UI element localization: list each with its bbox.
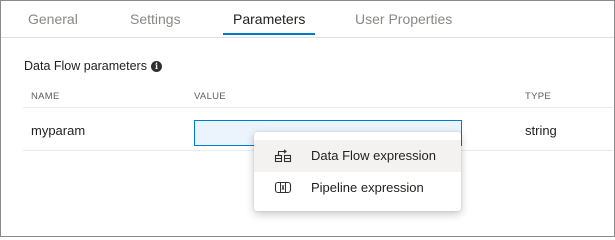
data-flow-expression-icon [274,149,292,163]
parameters-panel: General Settings Parameters User Propert… [0,0,615,237]
param-name-cell: myparam [31,123,86,138]
section-title-text: Data Flow parameters [24,59,147,73]
tab-settings[interactable]: Settings [130,11,181,27]
pipeline-expression-icon [274,181,292,194]
menu-item-label: Data Flow expression [311,148,436,163]
tab-user-properties[interactable]: User Properties [355,11,452,27]
column-header-type: TYPE [525,91,552,102]
column-header-name: NAME [31,91,60,102]
menu-item-pipeline-expression[interactable]: Pipeline expression [254,172,461,204]
column-header-value: VALUE [194,91,226,102]
header-divider [23,107,613,108]
info-icon[interactable]: i [150,61,162,72]
menu-item-label: Pipeline expression [311,180,424,195]
tab-parameters[interactable]: Parameters [233,11,305,27]
section-title: Data Flow parameters i [24,59,162,73]
tab-bar: General Settings Parameters User Propert… [1,1,614,38]
active-tab-indicator [223,33,315,35]
tab-general[interactable]: General [28,11,78,27]
menu-item-data-flow-expression[interactable]: Data Flow expression [254,140,461,172]
param-type-cell: string [525,123,557,138]
expression-context-menu: Data Flow expression Pipeline expression [254,132,461,211]
